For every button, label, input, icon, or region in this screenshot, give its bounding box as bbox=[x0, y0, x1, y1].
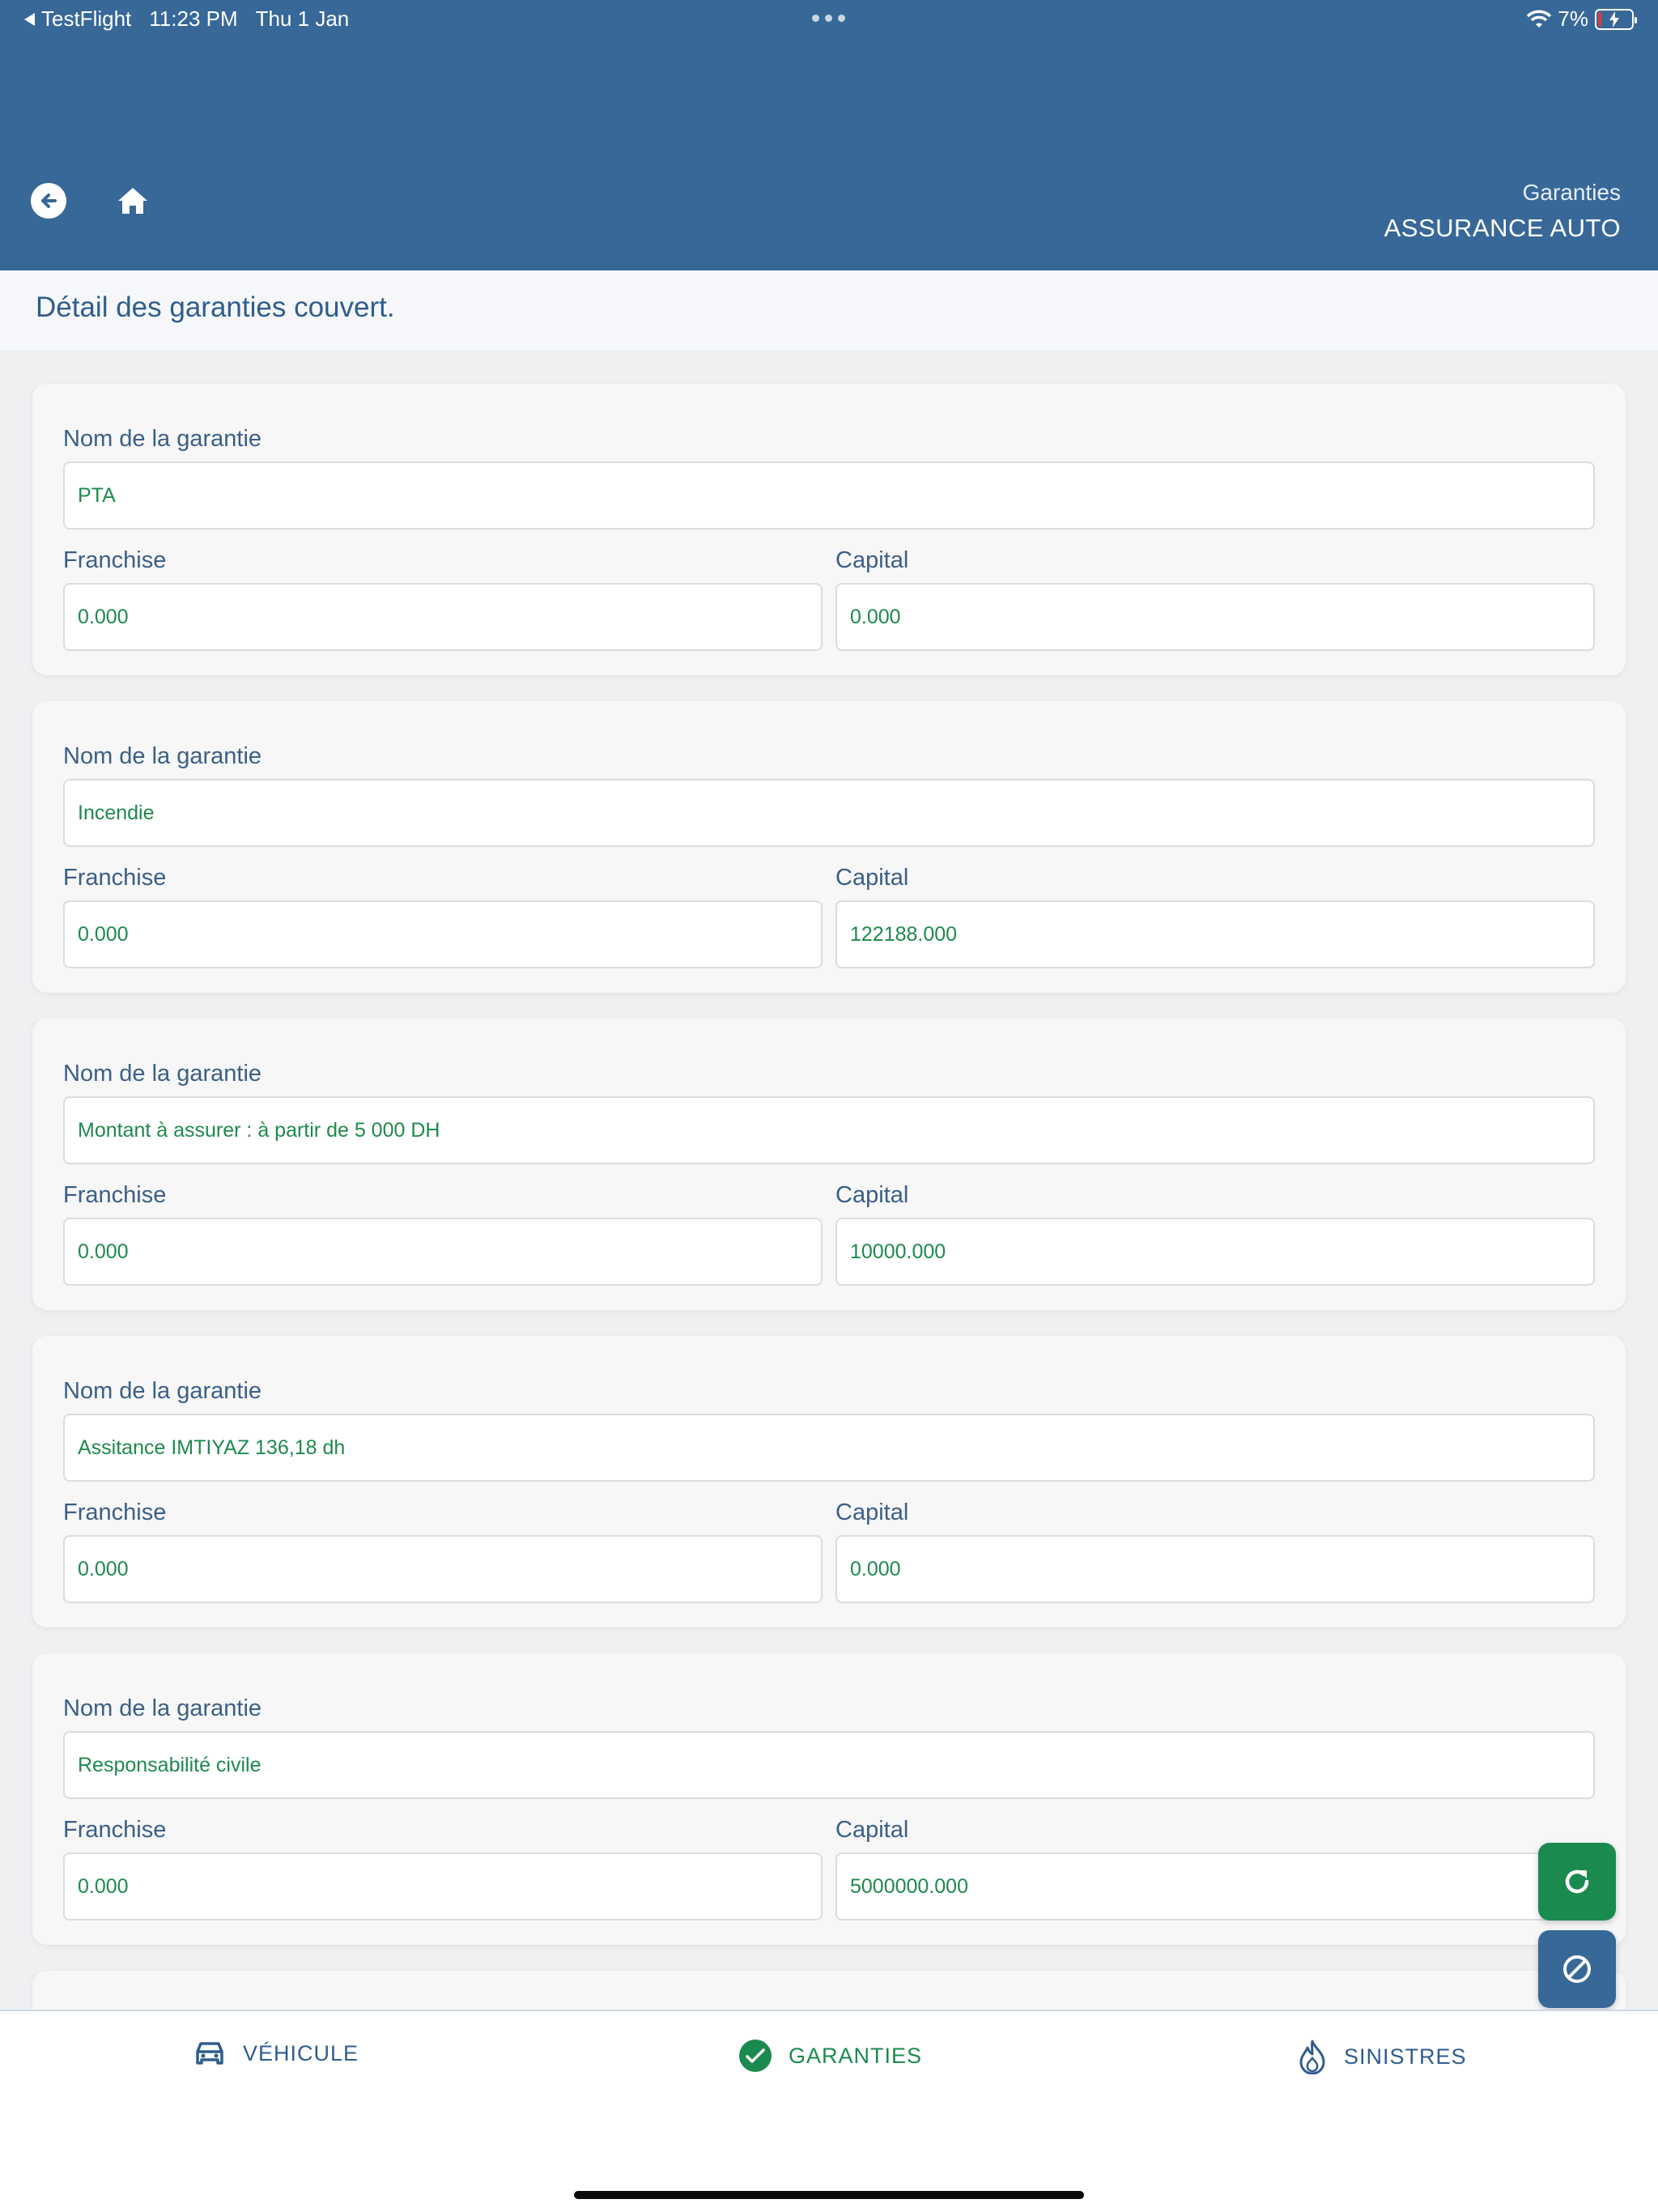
refresh-icon bbox=[1565, 1870, 1589, 1894]
app-header: TestFlight 11:23 PM Thu 1 Jan 7% Garanti… bbox=[0, 0, 1658, 270]
guarantee-card: Nom de la garantie Responsabilité civile… bbox=[32, 1653, 1626, 1945]
franchise-field[interactable]: 0.000 bbox=[63, 1535, 823, 1603]
guarantee-name-field[interactable]: PTA bbox=[63, 462, 1595, 530]
franchise-label: Franchise bbox=[63, 1182, 167, 1208]
check-circle-icon bbox=[739, 2040, 772, 2072]
status-left: TestFlight 11:23 PM Thu 1 Jan bbox=[24, 6, 367, 32]
franchise-label: Franchise bbox=[63, 547, 167, 573]
capital-label: Capital bbox=[835, 1817, 909, 1843]
tab-sinistres[interactable]: SINISTRES bbox=[1297, 2039, 1467, 2074]
tab-garanties-label: GARANTIES bbox=[789, 2043, 923, 2068]
capital-label: Capital bbox=[835, 1499, 909, 1525]
guarantee-name-field[interactable]: Responsabilité civile bbox=[63, 1731, 1595, 1799]
guarantee-card: Nom de la garantie Assitance IMTIYAZ 136… bbox=[32, 1336, 1626, 1627]
capital-field[interactable]: 5000000.000 bbox=[835, 1853, 1595, 1921]
battery-icon bbox=[1595, 8, 1637, 30]
guarantee-name-field[interactable]: Incendie bbox=[63, 779, 1595, 847]
franchise-field[interactable]: 0.000 bbox=[63, 583, 823, 651]
header-subtitle: Garanties bbox=[1522, 180, 1621, 205]
section-title: Détail des garanties couvert. bbox=[36, 291, 395, 323]
status-time: 11:23 PM bbox=[149, 6, 238, 31]
home-indicator[interactable] bbox=[574, 2191, 1084, 2199]
capital-label: Capital bbox=[835, 1182, 909, 1208]
franchise-field[interactable]: 0.000 bbox=[63, 1853, 823, 1921]
franchise-field[interactable]: 0.000 bbox=[63, 1218, 823, 1286]
name-label: Nom de la garantie bbox=[63, 1695, 262, 1721]
car-icon bbox=[196, 2042, 223, 2065]
tab-garanties[interactable]: GARANTIES bbox=[738, 2039, 922, 2073]
franchise-label: Franchise bbox=[63, 865, 167, 891]
capital-label: Capital bbox=[835, 865, 909, 891]
tab-vehicule[interactable]: VÉHICULE bbox=[193, 2039, 359, 2068]
wifi-icon bbox=[1527, 10, 1552, 28]
cancel-button[interactable] bbox=[1538, 1930, 1616, 2008]
guarantee-name-field[interactable]: Assitance IMTIYAZ 136,18 dh bbox=[63, 1414, 1595, 1482]
bottom-tab-bar: VÉHICULE GARANTIES SINISTRES bbox=[0, 2010, 1658, 2212]
arrow-left-icon bbox=[41, 194, 57, 208]
name-label: Nom de la garantie bbox=[63, 1378, 262, 1404]
header-title: ASSURANCE AUTO bbox=[1384, 214, 1621, 242]
capital-label: Capital bbox=[835, 547, 909, 573]
capital-field[interactable]: 0.000 bbox=[835, 583, 1595, 651]
name-label: Nom de la garantie bbox=[63, 743, 262, 769]
back-to-app-icon[interactable] bbox=[24, 12, 35, 26]
ban-icon bbox=[1563, 1955, 1591, 1983]
home-icon bbox=[118, 188, 147, 214]
guarantee-name-field[interactable]: Montant à assurer : à partir de 5 000 DH bbox=[63, 1096, 1595, 1164]
battery-percent: 7% bbox=[1558, 6, 1588, 31]
guarantee-card-partial bbox=[32, 1971, 1626, 2010]
status-date: Thu 1 Jan bbox=[255, 6, 350, 31]
back-app-label[interactable]: TestFlight bbox=[41, 6, 131, 32]
refresh-button[interactable] bbox=[1538, 1843, 1616, 1921]
capital-field[interactable]: 10000.000 bbox=[835, 1218, 1595, 1286]
multitasking-dots-icon[interactable] bbox=[812, 15, 845, 22]
guarantee-card: Nom de la garantie PTA Franchise 0.000 C… bbox=[32, 384, 1626, 675]
guarantee-card: Nom de la garantie Montant à assurer : à… bbox=[32, 1019, 1626, 1310]
tab-sinistres-label: SINISTRES bbox=[1344, 2044, 1467, 2069]
status-bar: TestFlight 11:23 PM Thu 1 Jan 7% bbox=[0, 0, 1658, 39]
header-titles: Garanties ASSURANCE AUTO bbox=[1384, 180, 1621, 243]
franchise-label: Franchise bbox=[63, 1817, 167, 1843]
guarantee-card: Nom de la garantie Incendie Franchise 0.… bbox=[32, 701, 1626, 993]
name-label: Nom de la garantie bbox=[63, 1061, 262, 1087]
franchise-label: Franchise bbox=[63, 1499, 167, 1525]
tab-vehicule-label: VÉHICULE bbox=[243, 2040, 359, 2065]
capital-field[interactable]: 122188.000 bbox=[835, 900, 1595, 968]
franchise-field[interactable]: 0.000 bbox=[63, 900, 823, 968]
home-button[interactable] bbox=[115, 183, 151, 219]
name-label: Nom de la garantie bbox=[63, 426, 262, 452]
section-header: Détail des garanties couvert. bbox=[0, 270, 1658, 351]
guarantees-list[interactable]: Nom de la garantie PTA Franchise 0.000 C… bbox=[0, 351, 1658, 2010]
capital-field[interactable]: 0.000 bbox=[835, 1535, 1595, 1603]
status-right: 7% bbox=[1527, 6, 1637, 32]
flame-icon bbox=[1299, 2040, 1325, 2074]
back-button[interactable] bbox=[31, 183, 66, 219]
